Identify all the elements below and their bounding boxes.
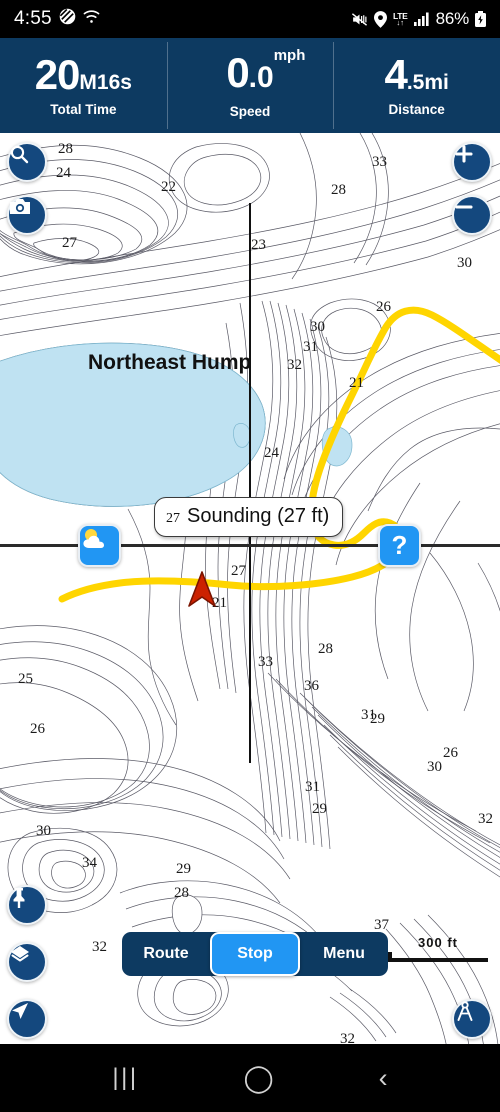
sounding-marker-number: 27 <box>166 511 180 526</box>
map-action-bar: Route Stop Menu <box>122 932 388 976</box>
mute-icon <box>351 12 368 27</box>
speed-label: Speed <box>229 104 271 119</box>
depth-label: 21 <box>349 375 364 391</box>
depth-label: 27 <box>62 235 77 251</box>
depth-label: 25 <box>18 671 33 687</box>
status-bar-left: 4:55 <box>14 8 100 30</box>
depth-label: 29 <box>176 861 191 877</box>
signal-bars-icon <box>413 12 430 26</box>
back-button[interactable]: ‹ <box>379 1063 388 1094</box>
stat-distance: 4 .5 mi Distance <box>333 38 500 133</box>
trip-stats-bar: 20 M 16 s Total Time 0 .0 mph Speed 4 .5… <box>0 38 500 133</box>
distance-label: Distance <box>388 102 445 117</box>
stat-total-time: 20 M 16 s Total Time <box>0 38 167 133</box>
depth-label: 26 <box>376 299 391 315</box>
recents-button[interactable]: ||| <box>112 1064 138 1092</box>
place-label-northeast-hump: Northeast Hump <box>88 351 252 374</box>
depth-label: 34 <box>82 855 97 871</box>
total-time-label: Total Time <box>50 102 117 117</box>
distance-whole: 4 <box>384 51 407 98</box>
depth-label: 26 <box>30 721 45 737</box>
sounding-tooltip[interactable]: 27 Sounding (27 ft) <box>154 497 344 537</box>
total-time-minutes-unit: M <box>79 71 97 94</box>
distance-decimal: .5 <box>406 71 425 94</box>
depth-label: 24 <box>56 165 71 181</box>
depth-label: 26 <box>443 745 458 761</box>
depth-label: 29 <box>312 801 327 817</box>
depth-label: 33 <box>372 154 387 170</box>
depth-label: 32 <box>92 939 107 955</box>
total-time-value: 20 M 16 s <box>35 54 132 96</box>
question-mark-icon: ? <box>391 530 408 560</box>
depth-label: 32 <box>287 357 302 373</box>
depth-label: 23 <box>251 237 266 253</box>
help-button[interactable]: ? <box>378 524 421 567</box>
depth-label: 30 <box>427 759 442 775</box>
map-scale-bar: 300 ft <box>388 935 488 962</box>
waypoint-button[interactable] <box>7 885 47 925</box>
depth-label: 33 <box>258 654 273 670</box>
depth-label: 27 <box>231 563 246 579</box>
depth-label: 36 <box>304 678 319 694</box>
vessel-marker-icon <box>188 571 216 607</box>
weather-button[interactable] <box>78 524 121 567</box>
depth-label: 30 <box>457 255 472 271</box>
depth-label: 31 <box>305 779 320 795</box>
speed-whole: 0 <box>226 49 249 96</box>
measure-tool-button[interactable] <box>452 999 492 1039</box>
total-time-seconds: 16 <box>96 71 121 94</box>
crosshair-vertical <box>249 203 251 763</box>
depth-label: 32 <box>478 811 493 827</box>
status-bar-right: LTE ↓↑ 86% <box>351 9 486 29</box>
distance-unit: mi <box>424 71 449 94</box>
zoom-in-button[interactable] <box>452 142 492 182</box>
nautical-chart-map[interactable]: Northeast Hump 28 24 22 33 28 27 23 30 2… <box>0 133 500 1044</box>
status-time: 4:55 <box>14 8 52 29</box>
stop-button[interactable]: Stop <box>210 932 300 976</box>
depth-label: 30 <box>310 319 325 335</box>
depth-label: 22 <box>161 179 176 195</box>
camera-button[interactable] <box>7 195 47 235</box>
speed-decimal: .0 <box>248 61 274 94</box>
depth-label: 29 <box>370 711 385 727</box>
zoom-out-button[interactable] <box>452 195 492 235</box>
stat-speed: 0 .0 mph Speed <box>166 38 334 133</box>
scale-label: 300 ft <box>418 935 458 950</box>
depth-label: 28 <box>174 885 189 901</box>
battery-charging-icon <box>475 11 486 27</box>
total-time-minutes: 20 <box>34 51 81 98</box>
android-nav-bar: ||| ◯ ‹ <box>0 1044 500 1112</box>
sounding-tooltip-text: Sounding (27 ft) <box>187 505 330 527</box>
location-pin-icon <box>374 10 388 28</box>
depth-label: 32 <box>340 1031 355 1044</box>
lte-icon: LTE ↓↑ <box>393 10 408 27</box>
menu-button[interactable]: Menu <box>300 933 388 975</box>
speed-value: 0 .0 mph <box>226 48 305 96</box>
depth-label: 28 <box>318 641 333 657</box>
android-status-bar: 4:55 LTE ↓↑ 86% <box>0 0 500 38</box>
depth-label: 31 <box>303 339 318 355</box>
search-button[interactable] <box>7 142 47 182</box>
app-root: 4:55 LTE ↓↑ 86% 20 M 16 s Total Time 0 .… <box>0 0 500 1112</box>
scale-bar-graphic <box>388 952 488 962</box>
route-button[interactable]: Route <box>122 933 210 975</box>
water-polygons <box>0 342 353 935</box>
app-glyph-icon <box>59 8 76 30</box>
depth-label: 30 <box>36 823 51 839</box>
depth-label: 24 <box>264 445 279 461</box>
depth-label: 28 <box>331 182 346 198</box>
home-button[interactable]: ◯ <box>243 1063 273 1094</box>
speed-unit: mph <box>273 47 306 64</box>
battery-percent: 86% <box>435 9 470 28</box>
depth-label: 28 <box>58 141 73 157</box>
wifi-icon <box>83 9 100 29</box>
distance-value: 4 .5 mi <box>384 54 448 96</box>
locate-me-button[interactable] <box>7 999 47 1039</box>
total-time-seconds-unit: s <box>120 71 132 94</box>
crosshair-horizontal <box>0 544 500 547</box>
layers-button[interactable] <box>7 942 47 982</box>
